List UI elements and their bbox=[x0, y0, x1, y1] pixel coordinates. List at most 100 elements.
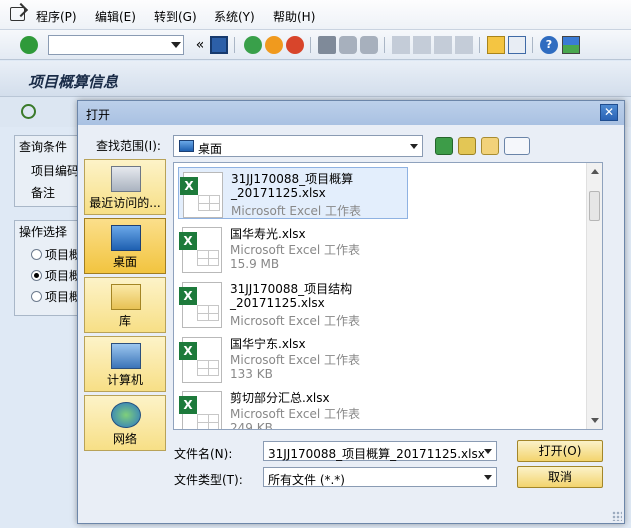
toolbar-divider bbox=[234, 37, 235, 53]
new-folder-icon[interactable] bbox=[481, 137, 499, 155]
list-item[interactable]: X 国华宁东.xlsx Microsoft Excel 工作表 133 KB bbox=[178, 333, 408, 385]
place-label: 最近访问的... bbox=[89, 196, 161, 210]
computer-icon bbox=[111, 343, 141, 369]
look-in-label: 查找范围(I): bbox=[96, 139, 161, 153]
enter-check-icon[interactable] bbox=[20, 36, 38, 54]
place-recent[interactable]: 最近访问的... bbox=[84, 159, 166, 215]
open-file-dialog: 打开 ✕ 查找范围(I): 桌面 最近访问的... 桌面 库 计算机 网络 X … bbox=[77, 100, 625, 524]
excel-file-icon: X bbox=[180, 172, 223, 218]
cancel-button[interactable]: 取消 bbox=[517, 466, 603, 488]
place-computer[interactable]: 计算机 bbox=[84, 336, 166, 392]
dialog-title: 打开 bbox=[86, 108, 111, 122]
file-size: 133 KB bbox=[230, 367, 273, 381]
chevron-down-icon[interactable] bbox=[484, 449, 492, 454]
places-bar: 最近访问的... 桌面 库 计算机 网络 bbox=[84, 159, 168, 454]
last-page-icon[interactable] bbox=[455, 36, 473, 54]
field-label-project-code: 项目编码 bbox=[31, 164, 80, 178]
view-menu-icon[interactable] bbox=[504, 137, 530, 155]
print-icon[interactable] bbox=[318, 36, 336, 54]
place-libraries[interactable]: 库 bbox=[84, 277, 166, 333]
radio-label: 项目概 bbox=[45, 248, 82, 262]
desktop-icon bbox=[111, 225, 141, 251]
save-icon[interactable] bbox=[210, 36, 228, 54]
open-button[interactable]: 打开(O) bbox=[517, 440, 603, 462]
scroll-down-icon[interactable] bbox=[591, 418, 599, 423]
file-name-label: 文件名(N): bbox=[174, 447, 233, 461]
back-icon[interactable] bbox=[435, 137, 453, 155]
dialog-titlebar[interactable]: 打开 ✕ bbox=[78, 101, 624, 125]
find-icon[interactable] bbox=[339, 36, 357, 54]
file-size: 15.9 MB bbox=[230, 257, 280, 271]
file-name-value: 31JJ170088_项目概算_20171125.xlsx bbox=[268, 447, 485, 461]
group-title: 查询条件 bbox=[19, 140, 68, 154]
file-type: Microsoft Excel 工作表 bbox=[230, 407, 361, 421]
network-icon bbox=[111, 402, 141, 428]
resize-grip[interactable] bbox=[612, 511, 622, 521]
list-item[interactable]: X 31JJ170088_项目概算 _20171125.xlsx Microso… bbox=[178, 167, 408, 219]
chevron-down-icon[interactable] bbox=[171, 42, 181, 48]
toolbar-divider bbox=[384, 37, 385, 53]
up-folder-icon[interactable] bbox=[458, 137, 476, 155]
file-type: Microsoft Excel 工作表 bbox=[231, 204, 362, 218]
group-title: 操作选择 bbox=[19, 225, 68, 239]
radio-option-2[interactable] bbox=[31, 270, 42, 281]
toolbar-divider bbox=[479, 37, 480, 53]
desktop-icon bbox=[179, 140, 194, 152]
chevron-down-icon[interactable] bbox=[484, 475, 492, 480]
find-next-icon[interactable] bbox=[360, 36, 378, 54]
close-icon[interactable]: ✕ bbox=[600, 104, 618, 121]
place-label: 库 bbox=[118, 314, 131, 328]
double-chevron-left-icon[interactable]: « bbox=[191, 36, 209, 54]
help-icon[interactable]: ? bbox=[540, 36, 558, 54]
vertical-scrollbar[interactable] bbox=[586, 163, 602, 429]
radio-label: 项目概 bbox=[45, 290, 82, 304]
menu-bar: 程序(P) 编辑(E) 转到(G) 系统(Y) 帮助(H) bbox=[0, 0, 631, 30]
new-session-icon[interactable] bbox=[487, 36, 505, 54]
scroll-up-icon[interactable] bbox=[591, 169, 599, 174]
place-network[interactable]: 网络 bbox=[84, 395, 166, 451]
file-type-select[interactable]: 所有文件 (*.*) bbox=[263, 467, 497, 487]
execute-icon[interactable] bbox=[21, 104, 36, 119]
menu-system[interactable]: 系统(Y) bbox=[214, 8, 255, 25]
list-item[interactable]: X 剪切部分汇总.xlsx Microsoft Excel 工作表 249 KB bbox=[178, 387, 408, 430]
title-area: 项目概算信息 bbox=[0, 61, 631, 97]
first-page-icon[interactable] bbox=[392, 36, 410, 54]
shortcut-icon[interactable] bbox=[508, 36, 526, 54]
back-icon[interactable] bbox=[244, 36, 262, 54]
next-page-icon[interactable] bbox=[434, 36, 452, 54]
excel-file-icon: X bbox=[179, 227, 222, 273]
menu-program[interactable]: 程序(P) bbox=[36, 8, 77, 25]
file-list[interactable]: X 31JJ170088_项目概算 _20171125.xlsx Microso… bbox=[173, 162, 603, 430]
previous-page-icon[interactable] bbox=[413, 36, 431, 54]
file-name: 31JJ170088_项目概算 bbox=[231, 172, 354, 186]
file-name-line2: _20171125.xlsx bbox=[230, 296, 325, 310]
radio-option-3[interactable] bbox=[31, 291, 42, 302]
look-in-value: 桌面 bbox=[198, 142, 223, 156]
place-desktop[interactable]: 桌面 bbox=[84, 218, 166, 274]
operation-group: 操作选择 项目概 项目概 项目概 bbox=[14, 220, 84, 316]
cancel-icon[interactable] bbox=[286, 36, 304, 54]
file-type-value: 所有文件 (*.*) bbox=[268, 473, 345, 487]
file-size: 249 KB bbox=[230, 421, 273, 430]
excel-file-icon: X bbox=[179, 282, 222, 328]
menu-help[interactable]: 帮助(H) bbox=[273, 8, 315, 25]
look-in-dropdown[interactable]: 桌面 bbox=[173, 135, 423, 157]
file-type: Microsoft Excel 工作表 bbox=[230, 243, 361, 257]
scroll-thumb[interactable] bbox=[589, 191, 600, 221]
page-title: 项目概算信息 bbox=[28, 73, 119, 91]
file-name-input[interactable]: 31JJ170088_项目概算_20171125.xlsx bbox=[263, 441, 497, 461]
customize-layout-icon[interactable] bbox=[562, 36, 580, 54]
toolbar-divider bbox=[310, 37, 311, 53]
menu-edit[interactable]: 编辑(E) bbox=[95, 8, 136, 25]
list-item[interactable]: X 国华寿光.xlsx Microsoft Excel 工作表 15.9 MB bbox=[178, 223, 408, 275]
radio-option-1[interactable] bbox=[31, 249, 42, 260]
exit-app-icon[interactable] bbox=[10, 7, 25, 21]
menu-goto[interactable]: 转到(G) bbox=[154, 8, 197, 25]
list-item[interactable]: X 31JJ170088_项目结构 _20171125.xlsx Microso… bbox=[178, 278, 408, 330]
exit-icon[interactable] bbox=[265, 36, 283, 54]
toolbar-divider bbox=[532, 37, 533, 53]
command-field[interactable] bbox=[48, 35, 184, 55]
chevron-down-icon[interactable] bbox=[410, 144, 418, 149]
file-name-line2: _20171125.xlsx bbox=[231, 186, 326, 200]
radio-label: 项目概 bbox=[45, 269, 82, 283]
